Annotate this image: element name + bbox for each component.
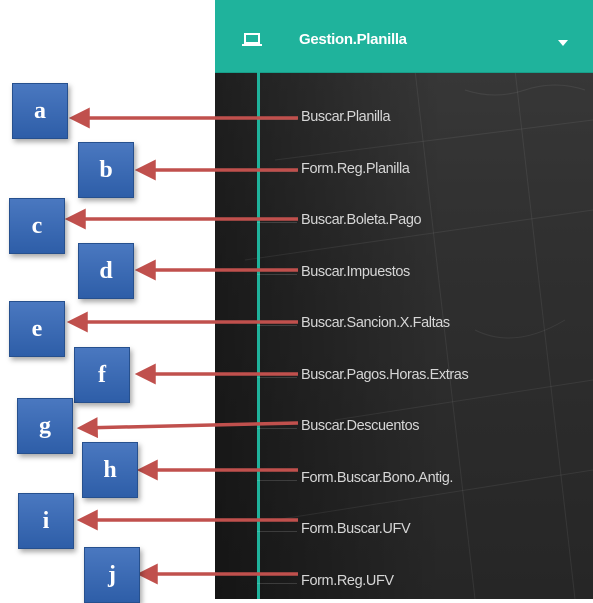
submenu-item-label: Buscar.Impuestos: [301, 264, 410, 280]
callout-i: i: [18, 493, 74, 549]
submenu-item-buscar-sancion-x-faltas[interactable]: Buscar.Sancion.X.Faltas: [215, 300, 593, 352]
submenu-item-label: Buscar.Planilla: [301, 109, 391, 125]
callout-b: b: [78, 142, 134, 198]
submenu-item-buscar-planilla[interactable]: Buscar.Planilla: [215, 94, 593, 146]
submenu-item-label: Buscar.Descuentos: [301, 418, 420, 434]
callout-c: c: [9, 198, 65, 254]
submenu-item-form-buscar-ufv[interactable]: Form.Buscar.UFV: [215, 506, 593, 558]
submenu-item-buscar-descuentos[interactable]: Buscar.Descuentos: [215, 403, 593, 455]
tree-connector: [257, 222, 297, 223]
submenu-item-label: Buscar.Boleta.Pago: [301, 212, 422, 228]
sidebar-panel: Gestion.Planilla Buscar.Planilla Form.Re…: [215, 0, 593, 599]
submenu-item-label: Buscar.Sancion.X.Faltas: [301, 315, 450, 331]
tree-connector: [257, 428, 297, 429]
callout-e: e: [9, 301, 65, 357]
submenu-item-buscar-boleta-pago[interactable]: Buscar.Boleta.Pago: [215, 197, 593, 249]
submenu-item-label: Buscar.Pagos.Horas.Extras: [301, 367, 469, 383]
tree-connector: [257, 325, 297, 326]
submenu-item-form-buscar-bono-antig[interactable]: Form.Buscar.Bono.Antig.: [215, 455, 593, 507]
tree-connector: [257, 531, 297, 532]
laptop-icon: [242, 33, 262, 46]
callout-d: d: [78, 243, 134, 299]
callout-f: f: [74, 347, 130, 403]
caret-down-icon: [558, 40, 568, 46]
submenu-item-buscar-impuestos[interactable]: Buscar.Impuestos: [215, 249, 593, 301]
menu-header-title: Gestion.Planilla: [299, 31, 407, 48]
tree-connector: [257, 480, 297, 481]
submenu-item-form-reg-planilla[interactable]: Form.Reg.Planilla: [215, 146, 593, 198]
submenu-item-buscar-pagos-horas-extras[interactable]: Buscar.Pagos.Horas.Extras: [215, 352, 593, 404]
submenu-item-label: Form.Reg.Planilla: [301, 161, 410, 177]
callout-j: j: [84, 547, 140, 603]
tree-connector: [257, 583, 297, 584]
callout-h: h: [82, 442, 138, 498]
submenu-item-label: Form.Buscar.Bono.Antig.: [301, 470, 453, 486]
submenu-item-label: Form.Buscar.UFV: [301, 521, 411, 537]
tree-connector: [257, 377, 297, 378]
callout-g: g: [17, 398, 73, 454]
tree-connector: [257, 119, 297, 120]
tree-connector: [257, 274, 297, 275]
tree-connector: [257, 171, 297, 172]
submenu-item-label: Form.Reg.UFV: [301, 573, 394, 589]
submenu-item-form-reg-ufv[interactable]: Form.Reg.UFV: [215, 558, 593, 599]
callout-a: a: [12, 83, 68, 139]
menu-header[interactable]: Gestion.Planilla: [215, 0, 593, 73]
